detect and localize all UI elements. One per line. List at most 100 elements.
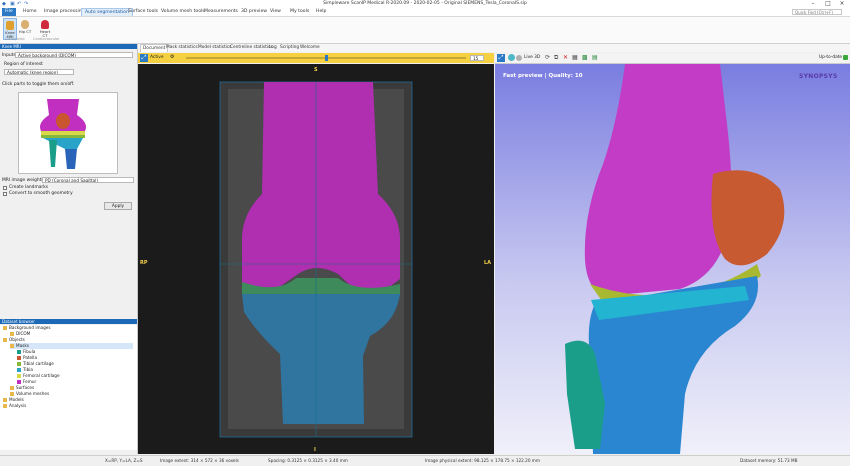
roi-select[interactable]: Automatic (knee region) — [4, 69, 74, 75]
status-coordinates: X=RP, Y=LA, Z=S — [105, 458, 143, 463]
tree-item-label: Background images — [9, 325, 51, 330]
create-landmarks-label: Create landmarks — [9, 185, 49, 190]
tibia-part[interactable] — [43, 138, 83, 149]
mask-color-swatch — [17, 379, 21, 384]
slice-number-input[interactable]: 15 — [470, 55, 484, 61]
maximize-icon[interactable]: □ — [821, 0, 835, 8]
create-landmarks-checkbox[interactable] — [3, 186, 7, 190]
minimize-icon[interactable]: – — [806, 0, 820, 8]
slice-slider-handle[interactable] — [325, 55, 328, 61]
knee-mri-panel-header: Knee MRI — [0, 44, 137, 49]
tree-item-label: Surfaces — [16, 385, 35, 390]
heart-icon — [41, 20, 49, 29]
dataset-tree: Background images DICOM Objects Masks Fibula… — [0, 325, 137, 450]
femur-3d — [584, 64, 732, 296]
folder-icon — [10, 343, 14, 348]
menu-home[interactable]: Home — [20, 8, 40, 16]
hip-ct-label: Hip CT — [18, 29, 32, 34]
ribbon-group-cardiovascular: Cardiovascular — [33, 37, 60, 41]
tree-item-label: Femoral cartilage — [23, 373, 60, 378]
mask-color-swatch — [17, 361, 21, 366]
mask-color-swatch — [17, 367, 21, 372]
status-ok-icon — [843, 55, 848, 60]
document-tabs: Document Mask statistics Model statistic… — [138, 44, 850, 52]
mask-color-swatch — [17, 373, 21, 378]
tibia-shaft-part[interactable] — [65, 149, 77, 169]
active-mode-label[interactable]: Active — [150, 55, 164, 60]
knee-3d-model — [565, 64, 785, 454]
mask-color-swatch — [17, 349, 21, 354]
tree-item-label: DICOM — [16, 331, 31, 336]
weighting-select[interactable]: PD (Coronal and Sagittal) — [42, 177, 134, 183]
expand-3d-view-icon[interactable]: ⤢ — [497, 54, 505, 62]
folder-icon — [10, 385, 14, 390]
folder-icon — [10, 331, 14, 336]
tree-item-label: Analysis — [9, 403, 27, 408]
inputs-field[interactable]: Active background (DICOM) — [15, 52, 133, 58]
folder-icon — [3, 397, 7, 402]
menu-measurements[interactable]: Measurements — [201, 8, 241, 16]
threed-view[interactable]: Fast preview | Quality: 10 SYNOPSYS — [495, 64, 850, 454]
knee-model-icon — [40, 99, 86, 169]
mask-color-swatch — [17, 355, 21, 360]
femoral-cartilage-part[interactable] — [41, 131, 85, 135]
live-3d-label: Live 3D — [524, 55, 541, 60]
tree-item[interactable]: Analysis — [3, 403, 133, 409]
slice-view[interactable]: S I RP LA — [138, 64, 494, 454]
live-3d-toggle-icon[interactable] — [508, 54, 515, 61]
slice-toolbar: ⤢ Active ⚙ 15 — [138, 53, 494, 63]
status-spacing: Spacing: 0.3125 × 0.3125 × 3.40 mm — [268, 458, 348, 463]
status-bar: X=RP, Y=LA, Z=S Image extent: 314 × 572 … — [0, 455, 850, 466]
quick-find-input[interactable]: Quick Find (Ctrl+F) — [792, 9, 842, 15]
menu-3d-preview[interactable]: 3D preview — [238, 8, 270, 16]
patella-3d — [711, 170, 785, 266]
orientation-left: RP — [140, 260, 148, 266]
knee-parts-picker[interactable] — [18, 92, 118, 174]
tab-log[interactable]: Log — [267, 44, 279, 52]
quality-icon[interactable]: ▩ — [582, 54, 588, 61]
close-icon[interactable]: × — [835, 0, 849, 8]
folder-icon — [3, 325, 7, 330]
tree-item-label: Femur — [23, 379, 37, 384]
tree-item-label: Objects — [9, 337, 25, 342]
mri-slice-image — [219, 81, 413, 438]
tree-item-label: Volume meshes — [16, 391, 50, 396]
expand-view-icon[interactable]: ⤢ — [140, 54, 148, 62]
clear-icon[interactable]: ✕ — [563, 54, 568, 61]
synopsys-logo: SYNOPSYS — [799, 73, 838, 80]
folder-icon — [10, 391, 14, 396]
roi-label: Region of interest — [4, 62, 43, 67]
fibula-part[interactable] — [49, 140, 57, 167]
folder-icon — [3, 337, 7, 342]
update-icon[interactable]: ⟳ — [545, 54, 550, 61]
window-title: Simpleware ScanIP Medical R-2020.09 - 20… — [323, 1, 527, 6]
menu-my-tools[interactable]: My tools — [287, 8, 312, 16]
render-settings-icon[interactable]: ▦ — [572, 54, 578, 61]
tree-item-label: Masks — [16, 343, 29, 348]
status-image-extent: Image extent: 314 × 572 × 36 voxels — [160, 458, 239, 463]
patella-part[interactable] — [56, 113, 70, 129]
left-panel: Knee MRI Inputs: Active background (DICO… — [0, 44, 138, 454]
tree-item-label: Models — [9, 397, 24, 402]
view-options-icon[interactable]: ⚙ — [170, 54, 174, 60]
title-bar: ◆ ▣ ↶ ↷ Simpleware ScanIP Medical R-2020… — [0, 0, 850, 8]
ribbon: Knee MRI Hip CT Heart CT Orthopedic Card… — [0, 17, 850, 44]
tibial-cartilage-part[interactable] — [41, 135, 85, 138]
tree-item-label: Fibula — [23, 349, 36, 354]
convert-smooth-checkbox[interactable] — [3, 192, 7, 196]
mesh-icon[interactable]: ▤ — [592, 54, 598, 61]
orientation-bottom: I — [314, 447, 316, 453]
threed-toolbar: ⤢ Live 3D ⟳ ⧉ ✕ ▦ ▩ ▤ Up-to-date — [495, 53, 850, 64]
orientation-right: LA — [484, 260, 492, 266]
tree-item-label: Tibia — [23, 367, 33, 372]
menu-surface-tools[interactable]: Surface tools — [125, 8, 161, 16]
copy-view-icon[interactable]: ⧉ — [554, 54, 558, 62]
live-3d-toggle-off-icon[interactable] — [516, 55, 522, 61]
apply-button[interactable]: Apply — [104, 202, 132, 210]
menu-view[interactable]: View — [267, 8, 284, 16]
orientation-top: S — [314, 67, 318, 73]
tab-mask-statistics[interactable]: Mask statistics — [164, 44, 200, 52]
tab-welcome[interactable]: Welcome — [298, 44, 322, 52]
menu-help[interactable]: Help — [313, 8, 329, 16]
menu-file[interactable]: File — [2, 8, 16, 16]
